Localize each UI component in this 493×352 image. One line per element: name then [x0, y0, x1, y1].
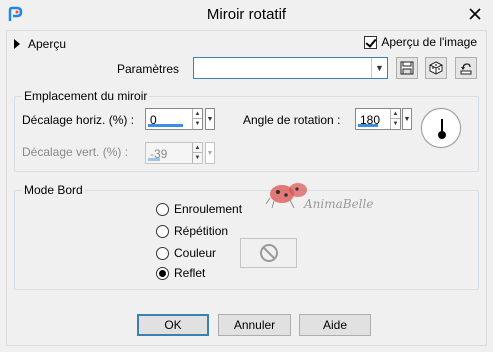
dial-center-icon — [438, 131, 446, 139]
vert-offset-bar — [148, 158, 160, 161]
rotation-angle-stepper[interactable]: ▲ ▼ — [390, 109, 400, 129]
window-title: Miroir rotatif — [206, 6, 287, 23]
horiz-offset-dropdown[interactable]: ▼ — [205, 108, 215, 130]
color-swatch[interactable] — [240, 238, 297, 268]
ok-button[interactable]: OK — [137, 314, 209, 336]
radio-repetition[interactable]: Répétition — [156, 224, 228, 238]
radio-label: Reflet — [174, 266, 206, 280]
rotation-angle-bar — [358, 124, 378, 127]
preview-image-label: Aperçu de l'image — [381, 35, 477, 49]
save-icon — [400, 61, 414, 75]
radio-button[interactable] — [156, 246, 169, 260]
radio-label: Répétition — [174, 224, 229, 238]
rotation-angle-dropdown[interactable]: ▼ — [402, 108, 412, 130]
vert-offset-label: Décalage vert. (%) : — [22, 145, 129, 159]
randomize-icon — [429, 61, 443, 75]
randomize-button[interactable] — [425, 57, 447, 79]
no-color-icon — [259, 244, 278, 262]
rotation-angle-spinbox[interactable]: 180 ▲ ▼ — [355, 108, 401, 130]
preview-toggle[interactable]: Aperçu — [14, 36, 66, 52]
rotation-angle-label: Angle de rotation : — [243, 113, 341, 127]
presets-dropdown[interactable]: ▼ — [193, 57, 388, 79]
cancel-button[interactable]: Annuler — [218, 314, 291, 336]
edge-mode-title: Mode Bord — [22, 183, 85, 197]
radio-couleur[interactable]: Couleur — [156, 246, 216, 260]
title-bar: Miroir rotatif — [0, 0, 493, 30]
horiz-offset-bar — [148, 124, 183, 127]
mirror-placement-title: Emplacement du miroir — [22, 89, 150, 103]
radio-button-selected[interactable] — [156, 266, 169, 280]
radio-label: Enroulement — [174, 202, 243, 216]
horiz-offset-label: Décalage horiz. (%) : — [22, 113, 135, 127]
presets-label: Paramètres — [117, 62, 180, 76]
vert-offset-dropdown[interactable]: ▼ — [205, 142, 215, 164]
horiz-offset-spinbox[interactable]: 0 ▲ ▼ — [145, 108, 203, 130]
chevron-down-icon[interactable]: ▼ — [371, 58, 387, 78]
help-button[interactable]: Aide — [299, 314, 371, 336]
radio-button[interactable] — [156, 202, 169, 216]
preview-label: Aperçu — [28, 37, 67, 51]
preview-image-checkbox-row[interactable]: Aperçu de l'image — [364, 35, 477, 49]
horiz-offset-stepper[interactable]: ▲ ▼ — [192, 109, 202, 129]
vert-offset-stepper[interactable]: ▲ ▼ — [192, 143, 202, 163]
radio-reflet[interactable]: Reflet — [156, 266, 205, 280]
expand-triangle-icon[interactable] — [14, 39, 20, 49]
save-preset-button[interactable] — [396, 57, 418, 79]
reset-button[interactable] — [455, 57, 477, 79]
close-icon[interactable] — [465, 5, 485, 23]
radio-button[interactable] — [156, 224, 169, 238]
vert-offset-spinbox[interactable]: -39 ▲ ▼ — [145, 142, 203, 164]
radio-label: Couleur — [174, 246, 217, 260]
radio-enroulement[interactable]: Enroulement — [156, 202, 242, 216]
rotation-dial[interactable] — [421, 108, 461, 148]
preview-image-checkbox[interactable] — [364, 35, 378, 49]
reset-icon — [460, 63, 472, 75]
watermark-text: AnimaBelle — [304, 197, 374, 211]
